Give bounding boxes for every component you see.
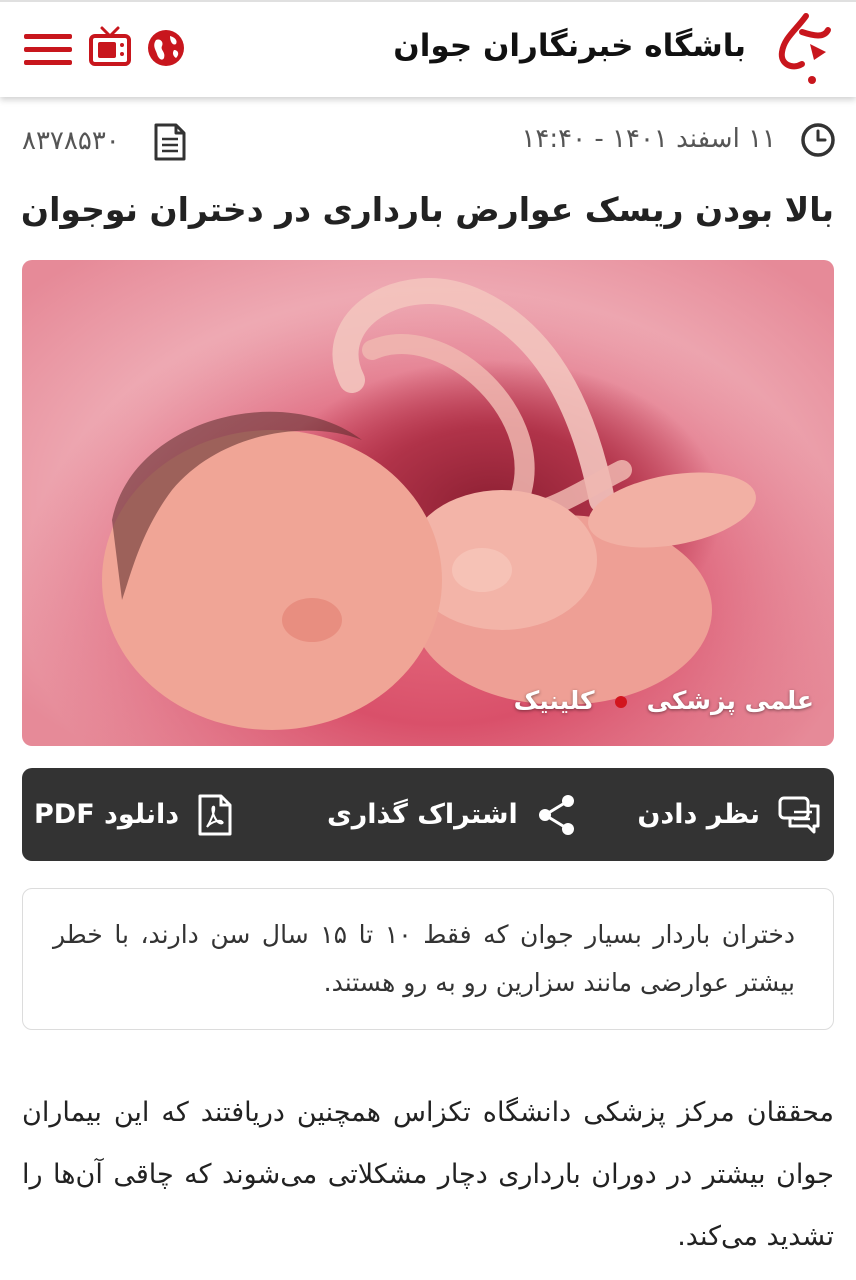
site-name: باشگاه خبرنگاران جوان	[393, 28, 746, 64]
tag-subcategory[interactable]: کلینیک	[514, 686, 595, 715]
article-body: محققان مرکز پزشکی دانشگاه تکزاس همچنین د…	[22, 1097, 834, 1252]
fetus-illustration	[102, 278, 756, 730]
article-lead-box: دختران باردار بسیار جوان که فقط ۱۰ تا ۱۵…	[22, 888, 834, 1030]
download-pdf-button[interactable]: دانلود PDF	[34, 768, 235, 861]
share-button[interactable]: اشتراک گذاری	[327, 768, 580, 861]
globe-icon[interactable]	[146, 28, 186, 68]
share-icon	[538, 794, 574, 835]
comment-label: نظر دادن	[637, 799, 760, 830]
share-label: اشتراک گذاری	[327, 799, 518, 830]
comment-button[interactable]: نظر دادن	[637, 768, 822, 861]
tv-icon[interactable]	[88, 24, 132, 68]
publish-date: ۱۱ اسفند ۱۴۰۱ - ۱۴:۴۰	[521, 124, 776, 154]
app-header: باشگاه خبرنگاران جوان	[0, 0, 856, 97]
comment-icon	[778, 796, 820, 833]
article-hero-image[interactable]	[22, 260, 834, 746]
article-meta: ۱۱ اسفند ۱۴۰۱ - ۱۴:۴۰ ۸۳۷۸۵۳۰	[0, 112, 856, 170]
article-lead: دختران باردار بسیار جوان که فقط ۱۰ تا ۱۵…	[53, 920, 795, 997]
tag-category[interactable]: علمی پزشکی	[647, 686, 814, 715]
document-icon	[154, 123, 186, 161]
article-tags: علمی پزشکی کلینیک	[514, 686, 814, 715]
pdf-label: دانلود PDF	[34, 799, 180, 830]
site-logo-icon[interactable]	[766, 8, 838, 88]
clock-icon	[801, 123, 835, 157]
pdf-icon	[198, 794, 232, 835]
article-action-bar: نظر دادن اشتراک گذاری دانلود PDF	[22, 768, 834, 861]
tag-separator	[614, 696, 627, 708]
news-id: ۸۳۷۸۵۳۰	[22, 126, 120, 156]
hamburger-menu-icon[interactable]	[24, 34, 72, 70]
article-title: بالا بودن ریسک عوارض بارداری در دختران ن…	[20, 190, 834, 229]
